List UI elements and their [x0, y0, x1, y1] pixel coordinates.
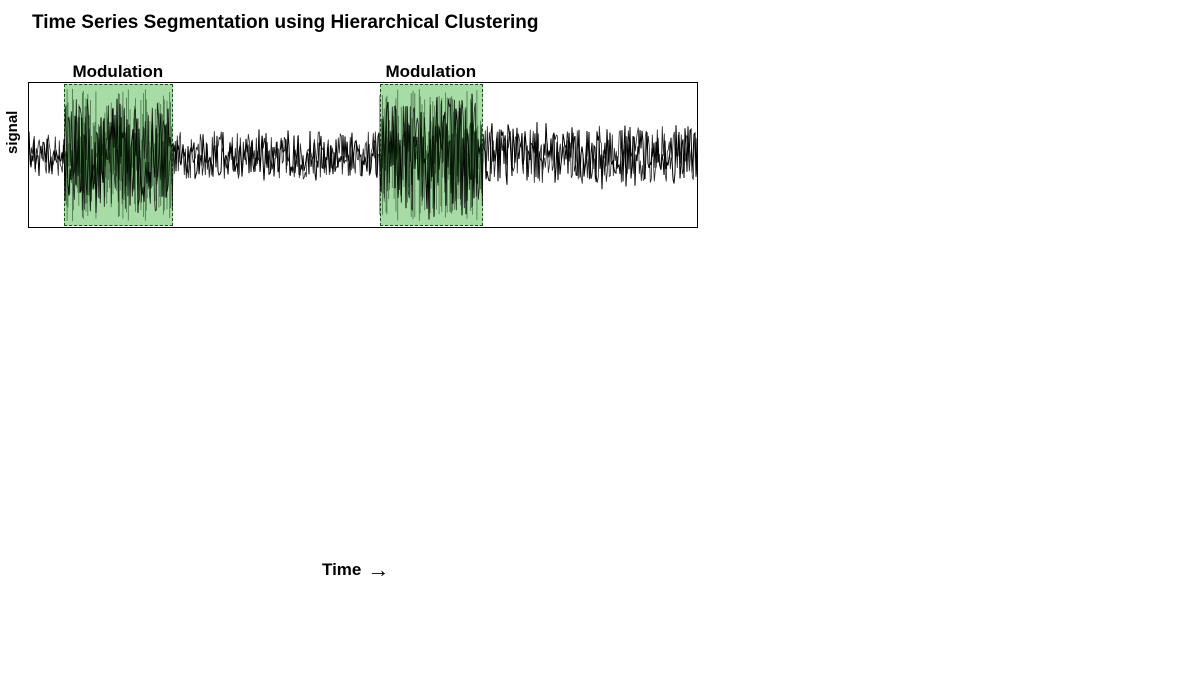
segment-label-a: Modulation	[73, 62, 164, 82]
x-axis-label: Time →	[322, 555, 387, 581]
page-title: Time Series Segmentation using Hierarchi…	[32, 12, 538, 34]
signal-waveform	[29, 83, 697, 227]
arrow-right-icon: →	[367, 557, 387, 582]
signal-plot-frame	[28, 82, 698, 228]
segment-label-b: Modulation	[385, 62, 476, 82]
y-axis-label: signal	[4, 111, 21, 154]
page-root: Time Series Segmentation using Hierarchi…	[0, 0, 1200, 675]
x-axis-label-text: Time	[322, 560, 361, 579]
